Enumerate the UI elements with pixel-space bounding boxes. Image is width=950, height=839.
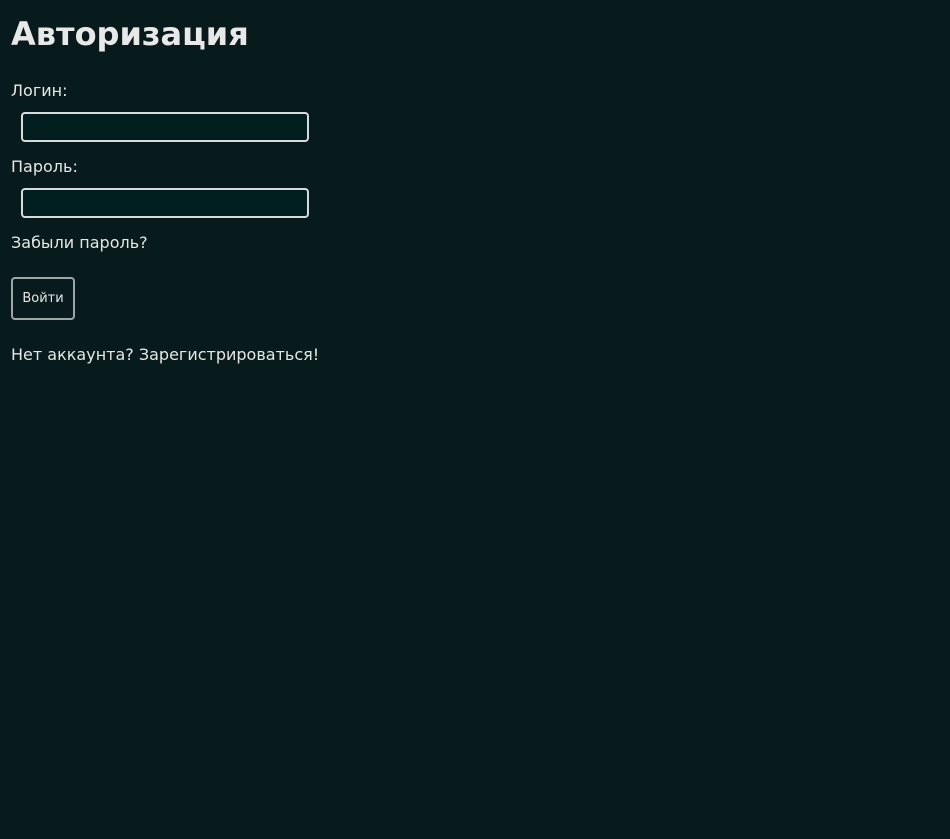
login-page: Авторизация Логин: Пароль: Забыли пароль… (0, 0, 950, 839)
register-link[interactable]: Нет аккаунта? Зарегистрироваться! (11, 345, 319, 365)
login-label: Логин: (11, 81, 68, 100)
login-input[interactable] (21, 112, 309, 142)
password-input[interactable] (21, 188, 309, 218)
password-label: Пароль: (11, 157, 78, 176)
page-title: Авторизация (11, 15, 249, 53)
forgot-password-link[interactable]: Забыли пароль? (11, 233, 148, 253)
login-button[interactable]: Войти (11, 277, 75, 320)
